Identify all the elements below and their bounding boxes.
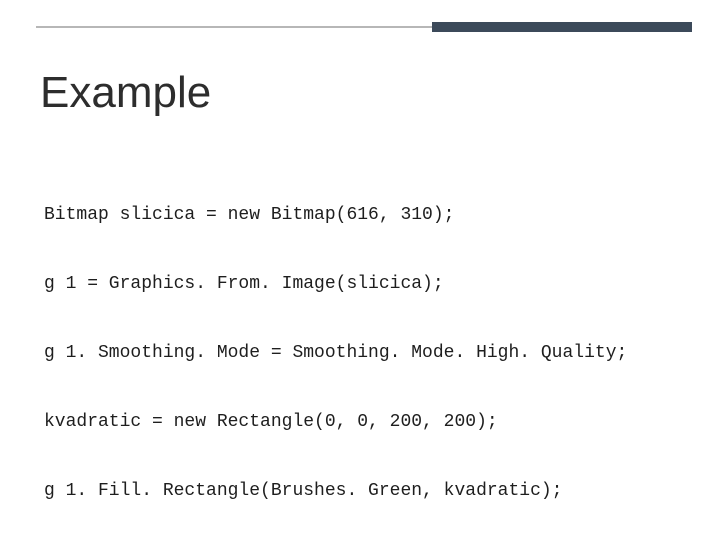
slide-title: Example [40, 68, 211, 118]
code-line: g 1 = Graphics. From. Image(slicica); [44, 273, 676, 296]
code-block: Bitmap slicica = new Bitmap(616, 310); g… [44, 158, 676, 540]
code-line: kvadratic = new Rectangle(0, 0, 200, 200… [44, 411, 676, 434]
header-rule-accent [432, 22, 692, 32]
code-line: Bitmap slicica = new Bitmap(616, 310); [44, 204, 676, 227]
code-line: g 1. Smoothing. Mode = Smoothing. Mode. … [44, 342, 676, 365]
code-line: g 1. Fill. Rectangle(Brushes. Green, kva… [44, 480, 676, 503]
header-rule [36, 22, 692, 36]
slide: Example Bitmap slicica = new Bitmap(616,… [0, 0, 720, 540]
